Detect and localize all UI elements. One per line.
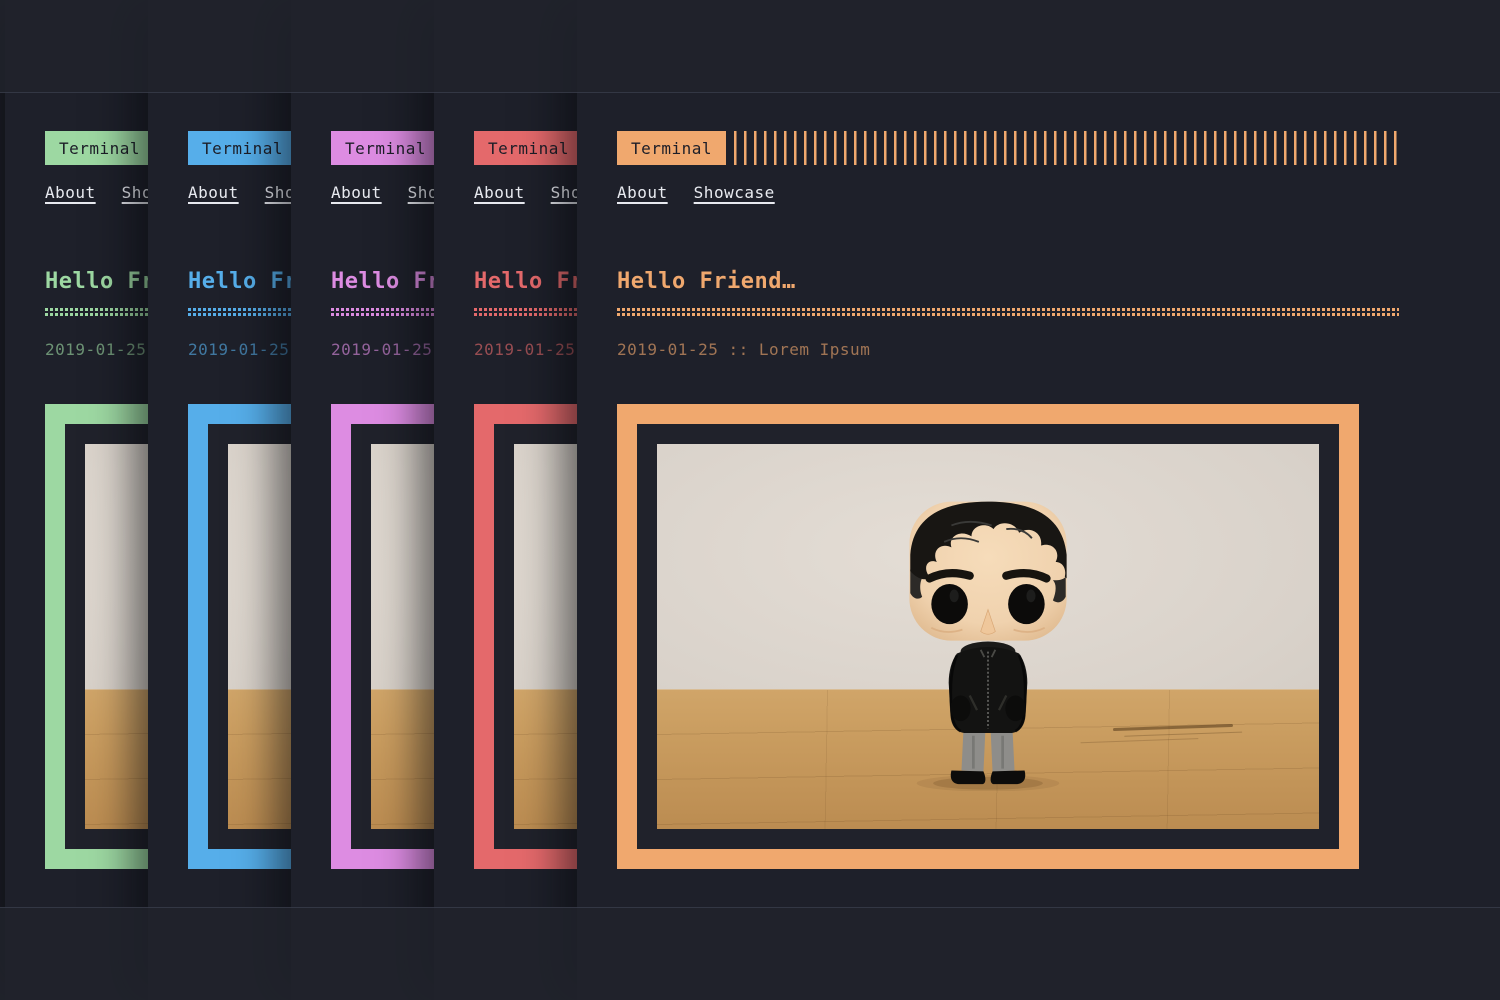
post-cover-frame: [617, 404, 1359, 869]
post-title: Hello Friend…: [617, 268, 1399, 296]
nav-link-about[interactable]: About: [45, 183, 96, 202]
nav-link-about[interactable]: About: [474, 183, 525, 202]
dotted-divider: [617, 308, 1399, 316]
nav-link-about[interactable]: About: [331, 183, 382, 202]
cover-frame-inner: [637, 424, 1339, 849]
terminal-logo-badge[interactable]: Terminal: [45, 131, 154, 165]
post-content: Hello Friend… 2019-01-25 :: Lorem Ipsum: [617, 268, 1399, 869]
terminal-logo-badge[interactable]: Terminal: [474, 131, 583, 165]
site-nav: About Showcase: [617, 183, 1399, 202]
top-backdrop-band: [0, 0, 1500, 93]
terminal-logo-badge[interactable]: Terminal: [331, 131, 440, 165]
terminal-theme-hero: { "page": { "brand": "Terminal", "nav": …: [0, 0, 1500, 1000]
nav-link-about[interactable]: About: [617, 183, 668, 202]
panels-stage: Terminal About Showcase Hello Friend… 20…: [0, 0, 1500, 1000]
site-header: Terminal About Showcase: [617, 131, 1399, 202]
nav-link-showcase[interactable]: Showcase: [694, 183, 775, 202]
funko-figure-illustration: [897, 498, 1080, 791]
header-bars-decoration: [734, 131, 1399, 165]
nav-link-about[interactable]: About: [188, 183, 239, 202]
theme-panel-orange: Terminal About Showcase Hello Friend… 20…: [577, 0, 1500, 1000]
terminal-logo-badge[interactable]: Terminal: [617, 131, 726, 165]
terminal-logo-badge[interactable]: Terminal: [188, 131, 297, 165]
bottom-backdrop-band: [0, 907, 1500, 1000]
post-meta: 2019-01-25 :: Lorem Ipsum: [617, 340, 1399, 360]
funko-figure-photo: [657, 444, 1319, 829]
